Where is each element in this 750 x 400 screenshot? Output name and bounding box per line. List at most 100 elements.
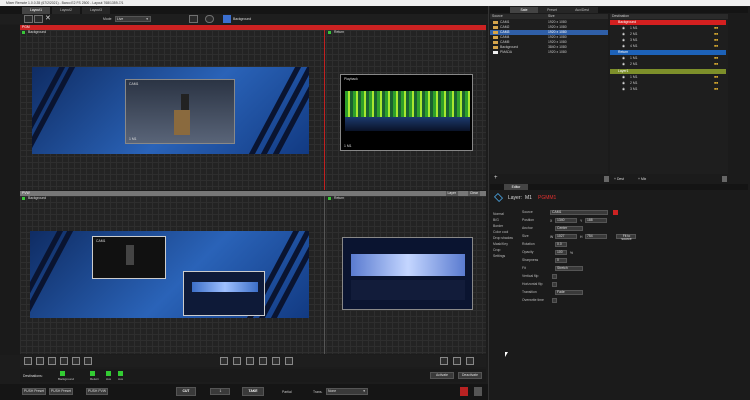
- mode-select[interactable]: Live ▾: [115, 16, 151, 22]
- fill-icon[interactable]: [285, 357, 293, 365]
- add-mix-button[interactable]: + Mix: [638, 177, 646, 181]
- position-y-input[interactable]: 188: [585, 218, 607, 223]
- cut-button[interactable]: CUT: [176, 387, 196, 396]
- pvw-background-layer[interactable]: [30, 231, 309, 318]
- dest-indicator-1[interactable]: [60, 371, 65, 376]
- fit-to-source-button[interactable]: Fit to source: [616, 234, 636, 241]
- align-bottom-icon[interactable]: [84, 357, 92, 365]
- lock-icon[interactable]: ■■: [714, 26, 718, 31]
- eye-icon[interactable]: ◉: [622, 75, 625, 80]
- rotation-input[interactable]: 0.0: [555, 242, 567, 247]
- pvw-cam1-layer[interactable]: CAM1: [92, 236, 166, 279]
- eye-icon[interactable]: ◉: [622, 26, 625, 31]
- tab-aux-dest[interactable]: Aux/Dest: [566, 7, 598, 13]
- layer-row[interactable]: ◉ 2 M1 ■■: [610, 62, 726, 67]
- tab-layout1[interactable]: Layout1: [22, 7, 50, 14]
- dest-group-layer1[interactable]: Layer1: [610, 69, 726, 74]
- align-left-icon[interactable]: [24, 357, 32, 365]
- anchor-select[interactable]: Center: [555, 226, 583, 231]
- align-middle-icon[interactable]: [72, 357, 80, 365]
- add-icon[interactable]: +: [494, 175, 498, 181]
- layer-row[interactable]: ◉ 3 M1 ■■: [610, 38, 726, 43]
- tab-layout2[interactable]: Layout2: [52, 7, 80, 14]
- lock-icon[interactable]: ■■: [714, 87, 718, 92]
- pgm-playback-layer[interactable]: Playback 1 M1: [340, 74, 473, 151]
- layout-icon[interactable]: [24, 15, 33, 23]
- align-top-icon[interactable]: [60, 357, 68, 365]
- trash-icon-2[interactable]: [722, 176, 727, 182]
- eye-icon[interactable]: ◉: [622, 87, 625, 92]
- vertical-flip-checkbox[interactable]: [552, 274, 557, 279]
- layer-row[interactable]: ◉ 1 M1 ■■: [610, 75, 726, 80]
- lock-icon[interactable]: ■■: [714, 81, 718, 86]
- layer-row[interactable]: ◉ 2 M1 ■■: [610, 32, 726, 37]
- sharpness-input[interactable]: 0: [555, 258, 567, 263]
- tab-editor[interactable]: Editor: [504, 184, 528, 190]
- pgm-canvas[interactable]: Background Return CAM1 1 M1 Playback 1 M…: [20, 30, 486, 190]
- dest-group-return[interactable]: Return: [610, 50, 726, 55]
- cross-icon[interactable]: ✕: [45, 15, 53, 23]
- size-h-input[interactable]: 754: [585, 234, 607, 239]
- dest-indicator-4[interactable]: [118, 371, 123, 376]
- distribute-h-icon[interactable]: [220, 357, 228, 365]
- source-field[interactable]: CAM1: [550, 210, 608, 215]
- eye-icon[interactable]: ◉: [622, 44, 625, 49]
- trans-select[interactable]: None ▾: [326, 388, 368, 395]
- eye-icon[interactable]: ◉: [622, 32, 625, 37]
- size-w-input[interactable]: 1027: [555, 234, 577, 239]
- lock-icon[interactable]: ■■: [714, 44, 718, 49]
- lock-icon[interactable]: ■■: [714, 62, 718, 67]
- trash-icon[interactable]: [474, 387, 482, 396]
- lock-icon[interactable]: ■■: [714, 38, 718, 43]
- source-clear-icon[interactable]: [613, 210, 618, 215]
- add-dest-button[interactable]: + Dest: [614, 177, 624, 181]
- layer-row[interactable]: ◉ 1 M1 ■■: [610, 26, 726, 31]
- match-height-icon[interactable]: [259, 357, 267, 365]
- tab-layout3[interactable]: Layout3: [82, 7, 110, 14]
- eye-icon[interactable]: ◉: [622, 38, 625, 43]
- view-single-icon[interactable]: [440, 357, 448, 365]
- deactivate-button[interactable]: Deactivate: [458, 372, 482, 379]
- lock-icon[interactable]: ■■: [714, 56, 718, 61]
- position-x-input[interactable]: 1340: [555, 218, 577, 223]
- match-width-icon[interactable]: [246, 357, 254, 365]
- align-right-icon[interactable]: [48, 357, 56, 365]
- category-settings[interactable]: Settings: [493, 253, 505, 259]
- tab-sate[interactable]: Sate: [510, 7, 538, 13]
- match-size-icon[interactable]: [272, 357, 280, 365]
- push-pvw-button[interactable]: PUSH PVW: [86, 388, 108, 395]
- pgm-cam1-layer[interactable]: CAM1 1 M1: [125, 79, 235, 144]
- fit-select[interactable]: Stretch: [555, 266, 583, 271]
- dest-group-background[interactable]: Background: [610, 20, 726, 25]
- horizontal-flip-checkbox[interactable]: [552, 282, 557, 287]
- dest-indicator-2[interactable]: [90, 371, 95, 376]
- transition-select[interactable]: Fade: [555, 290, 583, 295]
- lock-icon[interactable]: ■■: [714, 75, 718, 80]
- tab-preset[interactable]: Preset: [538, 7, 566, 13]
- pvw-stage-layer[interactable]: [183, 271, 265, 316]
- eye-icon[interactable]: ◉: [622, 62, 625, 67]
- frames-input[interactable]: 1: [210, 388, 230, 395]
- lock-icon[interactable]: ■■: [714, 32, 718, 37]
- distribute-v-icon[interactable]: [233, 357, 241, 365]
- eye-icon[interactable]: ◉: [622, 81, 625, 86]
- view-quad-icon[interactable]: [466, 357, 474, 365]
- layer-row[interactable]: ◉ 1 M1 ■■: [610, 56, 726, 61]
- align-center-icon[interactable]: [36, 357, 44, 365]
- save-icon[interactable]: [189, 15, 198, 23]
- layer-row[interactable]: ◉ 3 M1 ■■: [610, 87, 726, 92]
- source-row[interactable]: PMADA 1920 x 1080: [490, 50, 608, 55]
- eye-icon[interactable]: ◉: [622, 56, 625, 61]
- view-split-icon[interactable]: [453, 357, 461, 365]
- trash-icon[interactable]: [604, 176, 609, 182]
- take-button[interactable]: TAKE: [242, 387, 264, 396]
- push-preset-button[interactable]: PUSH Preset: [22, 388, 46, 395]
- pvw-canvas[interactable]: Background Return CAM1: [20, 196, 486, 354]
- overwrite-time-checkbox[interactable]: [552, 298, 557, 303]
- record-icon[interactable]: [460, 387, 468, 396]
- split-icon[interactable]: [34, 15, 43, 23]
- layer-row[interactable]: ◉ 2 M1 ■■: [610, 81, 726, 86]
- activate-button[interactable]: Activate: [430, 372, 454, 379]
- pvw-return-layer[interactable]: [342, 237, 473, 310]
- dest-indicator-3[interactable]: [106, 371, 111, 376]
